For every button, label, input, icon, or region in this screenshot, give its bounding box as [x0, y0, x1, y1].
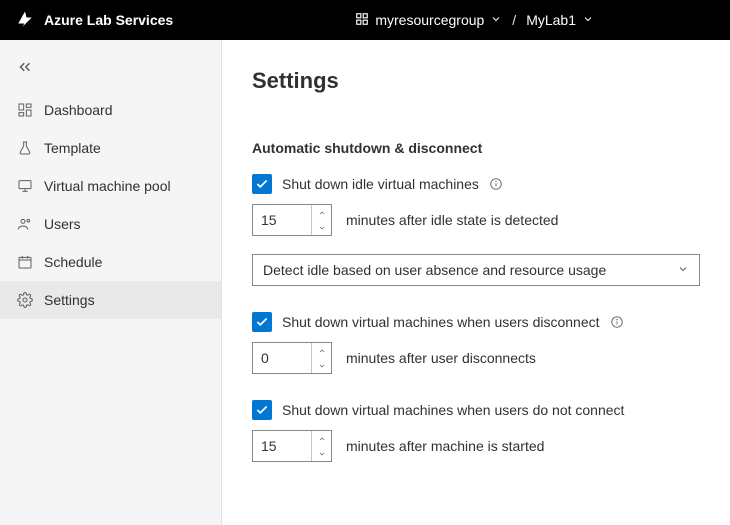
page-title: Settings — [252, 68, 700, 94]
main-content: Settings Automatic shutdown & disconnect… — [222, 40, 730, 525]
breadcrumb-resource-group-label: myresourcegroup — [375, 12, 484, 28]
idle-detection-select[interactable]: Detect idle based on user absence and re… — [252, 254, 700, 286]
sidebar-item-schedule[interactable]: Schedule — [0, 243, 221, 281]
option-disconnect-shutdown: Shut down virtual machines when users di… — [252, 312, 700, 332]
sidebar-item-users[interactable]: Users — [0, 205, 221, 243]
option-idle-shutdown-label: Shut down idle virtual machines — [282, 176, 479, 192]
spinner-down[interactable] — [312, 358, 331, 373]
flask-icon — [16, 139, 34, 157]
product-logo: Azure Lab Services — [16, 10, 173, 31]
chevron-down-icon — [318, 362, 326, 370]
topbar: Azure Lab Services myresourcegroup / MyL… — [0, 0, 730, 40]
chevron-down-icon — [582, 12, 594, 28]
sidebar-item-label: Virtual machine pool — [44, 178, 171, 194]
check-icon — [255, 177, 269, 191]
spinner-up[interactable] — [312, 431, 331, 446]
option-noconnect-shutdown: Shut down virtual machines when users do… — [252, 400, 700, 420]
sidebar-item-label: Dashboard — [44, 102, 113, 118]
dashboard-icon — [16, 101, 34, 119]
double-chevron-left-icon — [16, 58, 34, 76]
checkbox-noconnect-shutdown[interactable] — [252, 400, 272, 420]
sidebar-item-label: Template — [44, 140, 101, 156]
sidebar-item-vm-pool[interactable]: Virtual machine pool — [0, 167, 221, 205]
spinner-up[interactable] — [312, 343, 331, 358]
breadcrumb-resource-group[interactable]: myresourcegroup — [355, 12, 502, 29]
idle-minutes-hint: minutes after idle state is detected — [346, 212, 558, 228]
spinner-down[interactable] — [312, 220, 331, 235]
idle-minutes-field[interactable] — [253, 205, 311, 235]
gear-icon — [16, 291, 34, 309]
check-icon — [255, 315, 269, 329]
chevron-up-icon — [318, 209, 326, 217]
sidebar-item-template[interactable]: Template — [0, 129, 221, 167]
disconnect-minutes-field[interactable] — [253, 343, 311, 373]
breadcrumb: myresourcegroup / MyLab1 — [355, 12, 594, 29]
idle-minutes-input[interactable] — [252, 204, 332, 236]
spinner-down[interactable] — [312, 446, 331, 461]
disconnect-minutes-hint: minutes after user disconnects — [346, 350, 536, 366]
sidebar-item-label: Users — [44, 216, 81, 232]
noconnect-minutes-hint: minutes after machine is started — [346, 438, 544, 454]
option-disconnect-shutdown-label: Shut down virtual machines when users di… — [282, 314, 600, 330]
chevron-up-icon — [318, 435, 326, 443]
option-noconnect-shutdown-label: Shut down virtual machines when users do… — [282, 402, 624, 418]
breadcrumb-separator: / — [512, 12, 516, 28]
sidebar-item-dashboard[interactable]: Dashboard — [0, 91, 221, 129]
chevron-up-icon — [318, 347, 326, 355]
sidebar-item-label: Schedule — [44, 254, 102, 270]
section-heading: Automatic shutdown & disconnect — [252, 140, 700, 156]
sidebar-item-label: Settings — [44, 292, 95, 308]
chevron-down-icon — [490, 12, 502, 28]
sidebar-collapse-button[interactable] — [0, 50, 221, 91]
azure-icon — [16, 10, 34, 31]
spinner-up[interactable] — [312, 205, 331, 220]
resource-group-icon — [355, 12, 369, 29]
breadcrumb-lab-label: MyLab1 — [526, 12, 576, 28]
chevron-down-icon — [318, 224, 326, 232]
noconnect-minutes-field[interactable] — [253, 431, 311, 461]
checkbox-disconnect-shutdown[interactable] — [252, 312, 272, 332]
option-idle-shutdown: Shut down idle virtual machines — [252, 174, 700, 194]
breadcrumb-lab[interactable]: MyLab1 — [526, 12, 594, 28]
checkbox-idle-shutdown[interactable] — [252, 174, 272, 194]
sidebar: Dashboard Template Virtual machine pool … — [0, 40, 222, 525]
users-icon — [16, 215, 34, 233]
idle-detection-value: Detect idle based on user absence and re… — [263, 262, 606, 278]
disconnect-minutes-input[interactable] — [252, 342, 332, 374]
chevron-down-icon — [677, 262, 689, 278]
info-icon[interactable] — [610, 315, 624, 329]
sidebar-item-settings[interactable]: Settings — [0, 281, 221, 319]
vm-icon — [16, 177, 34, 195]
check-icon — [255, 403, 269, 417]
product-name: Azure Lab Services — [44, 12, 173, 28]
chevron-down-icon — [318, 450, 326, 458]
schedule-icon — [16, 253, 34, 271]
info-icon[interactable] — [489, 177, 503, 191]
noconnect-minutes-input[interactable] — [252, 430, 332, 462]
